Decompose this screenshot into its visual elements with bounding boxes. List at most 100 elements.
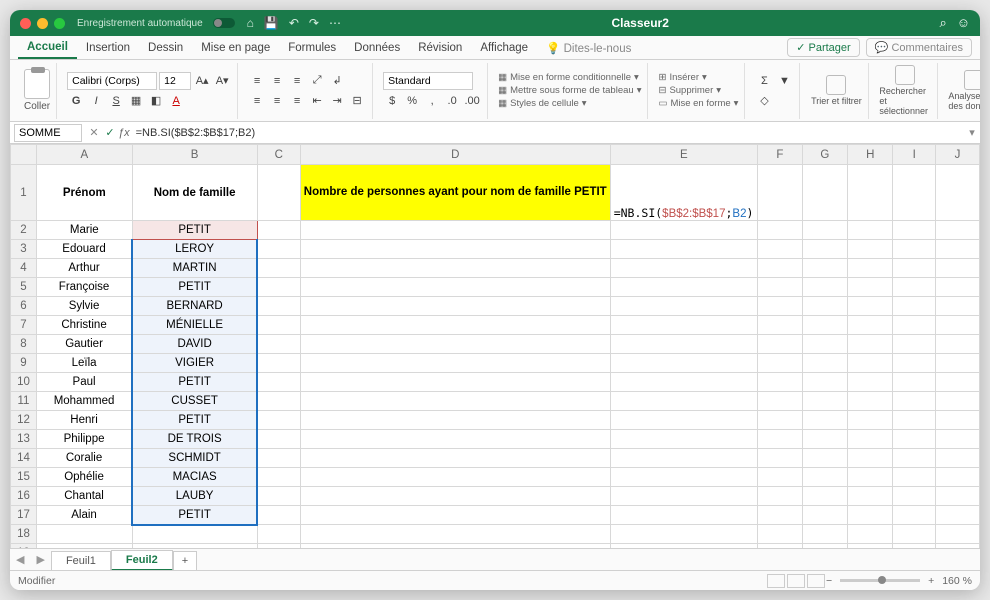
cell-J15[interactable] <box>936 468 980 487</box>
cell-B11[interactable]: CUSSET <box>132 392 257 411</box>
table-format-button[interactable]: ▦ Mettre sous forme de tableau ▾ <box>498 85 641 96</box>
cell-H9[interactable] <box>848 354 893 373</box>
name-box[interactable]: SOMME <box>14 124 82 142</box>
cell-F12[interactable] <box>758 411 803 430</box>
more-icon[interactable]: ⋯ <box>329 16 341 30</box>
orientation-icon[interactable]: ⤢ <box>308 72 326 90</box>
increase-font-icon[interactable]: A▴ <box>193 72 211 90</box>
align-mid-icon[interactable]: ≡ <box>268 72 286 90</box>
cell-E17[interactable] <box>610 506 757 525</box>
cell-H14[interactable] <box>848 449 893 468</box>
cell-H6[interactable] <box>848 297 893 316</box>
cell-D3[interactable] <box>300 240 610 259</box>
cell-C2[interactable] <box>257 221 300 240</box>
cell-I9[interactable] <box>893 354 936 373</box>
cell-B3[interactable]: LEROY <box>132 240 257 259</box>
cell-G13[interactable] <box>802 430 848 449</box>
font-name-select[interactable] <box>67 72 157 90</box>
expand-formula-icon[interactable]: ▾ <box>964 126 980 139</box>
cell-A15[interactable]: Ophélie <box>37 468 133 487</box>
zoom-slider[interactable] <box>840 579 920 582</box>
sort-filter-button[interactable]: Trier et filtrer <box>810 75 862 106</box>
cell-B17[interactable]: PETIT <box>132 506 257 525</box>
cell-B6[interactable]: BERNARD <box>132 297 257 316</box>
cell-C18[interactable] <box>257 525 300 544</box>
cell-J3[interactable] <box>936 240 980 259</box>
cell-G11[interactable] <box>802 392 848 411</box>
cell-A10[interactable]: Paul <box>37 373 133 392</box>
col-header-E[interactable]: E <box>610 145 757 165</box>
row-header-11[interactable]: 11 <box>11 392 37 411</box>
cell-F2[interactable] <box>758 221 803 240</box>
cell-H4[interactable] <box>848 259 893 278</box>
cell-I1[interactable] <box>893 165 936 221</box>
search-icon[interactable]: ⌕ <box>939 15 946 31</box>
tab-mise-en-page[interactable]: Mise en page <box>192 38 279 58</box>
comments-button[interactable]: 💬 Commentaires <box>866 38 972 57</box>
cell-G5[interactable] <box>802 278 848 297</box>
italic-icon[interactable]: I <box>87 92 105 110</box>
cell-E19[interactable] <box>610 544 757 549</box>
tab-prev-icon[interactable]: ◀ <box>10 553 30 566</box>
cell-H19[interactable] <box>848 544 893 549</box>
cond-format-button[interactable]: ▦ Mise en forme conditionnelle ▾ <box>498 72 639 83</box>
cell-C15[interactable] <box>257 468 300 487</box>
align-left-icon[interactable]: ≡ <box>248 92 266 110</box>
row-header-3[interactable]: 3 <box>11 240 37 259</box>
cell-D1[interactable]: Nombre de personnes ayant pour nom de fa… <box>300 165 610 221</box>
cell-D10[interactable] <box>300 373 610 392</box>
cell-F16[interactable] <box>758 487 803 506</box>
row-header-8[interactable]: 8 <box>11 335 37 354</box>
cell-D16[interactable] <box>300 487 610 506</box>
cell-G2[interactable] <box>802 221 848 240</box>
close-icon[interactable] <box>20 18 31 29</box>
analyze-button[interactable]: Analyser des données <box>948 70 980 111</box>
cell-A13[interactable]: Philippe <box>37 430 133 449</box>
cell-D19[interactable] <box>300 544 610 549</box>
cancel-formula-icon[interactable]: ✕ <box>86 126 102 139</box>
cell-H15[interactable] <box>848 468 893 487</box>
col-header-G[interactable]: G <box>802 145 848 165</box>
row-header-16[interactable]: 16 <box>11 487 37 506</box>
row-header-14[interactable]: 14 <box>11 449 37 468</box>
cell-A6[interactable]: Sylvie <box>37 297 133 316</box>
cell-E12[interactable] <box>610 411 757 430</box>
cell-E2[interactable] <box>610 221 757 240</box>
redo-icon[interactable]: ↷ <box>309 16 319 30</box>
comma-icon[interactable]: , <box>423 92 441 110</box>
underline-icon[interactable]: S <box>107 92 125 110</box>
cell-J12[interactable] <box>936 411 980 430</box>
row-header-18[interactable]: 18 <box>11 525 37 544</box>
tab-affichage[interactable]: Affichage <box>471 38 537 58</box>
cell-D18[interactable] <box>300 525 610 544</box>
cell-C1[interactable] <box>257 165 300 221</box>
number-format-select[interactable] <box>383 72 473 90</box>
fx-icon[interactable]: ƒx <box>118 127 130 139</box>
cell-G10[interactable] <box>802 373 848 392</box>
cell-J13[interactable] <box>936 430 980 449</box>
cell-J19[interactable] <box>936 544 980 549</box>
border-icon[interactable]: ▦ <box>127 92 145 110</box>
delete-button[interactable]: ⊟ Supprimer ▾ <box>658 85 721 96</box>
cell-J10[interactable] <box>936 373 980 392</box>
percent-icon[interactable]: % <box>403 92 421 110</box>
cell-F1[interactable] <box>758 165 803 221</box>
cell-J9[interactable] <box>936 354 980 373</box>
cell-D7[interactable] <box>300 316 610 335</box>
cell-B7[interactable]: MÉNIELLE <box>132 316 257 335</box>
clear-icon[interactable]: ◇ <box>755 92 773 110</box>
cell-E4[interactable] <box>610 259 757 278</box>
cell-E7[interactable] <box>610 316 757 335</box>
cell-I11[interactable] <box>893 392 936 411</box>
cell-C17[interactable] <box>257 506 300 525</box>
cell-I15[interactable] <box>893 468 936 487</box>
row-header-1[interactable]: 1 <box>11 165 37 221</box>
cell-F4[interactable] <box>758 259 803 278</box>
cell-I3[interactable] <box>893 240 936 259</box>
cell-A9[interactable]: Leïla <box>37 354 133 373</box>
cell-E14[interactable] <box>610 449 757 468</box>
cell-H13[interactable] <box>848 430 893 449</box>
cell-F5[interactable] <box>758 278 803 297</box>
row-header-13[interactable]: 13 <box>11 430 37 449</box>
cell-D13[interactable] <box>300 430 610 449</box>
